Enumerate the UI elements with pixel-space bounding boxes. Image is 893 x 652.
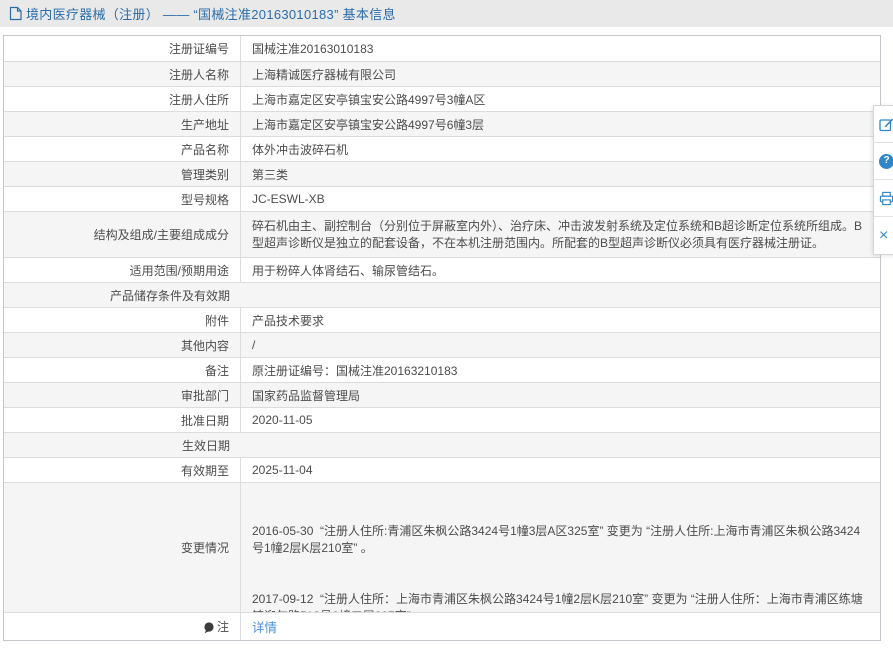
row-label: 结构及组成/主要组成成分 bbox=[4, 212, 241, 257]
row-value: 上海市嘉定区安亭镇宝安公路4997号6幢3层 bbox=[241, 112, 880, 136]
row-label: 审批部门 bbox=[4, 383, 241, 407]
row-label: 生效日期 bbox=[4, 433, 241, 457]
row-value: 上海市嘉定区安亭镇宝安公路4997号3幢A区 bbox=[241, 87, 880, 111]
row-value: 2025-11-04 bbox=[241, 458, 880, 482]
change-record: 2016-05-30 “注册人住所:青浦区朱枫公路3424号1幢3层A区325室… bbox=[252, 523, 870, 557]
row-value: 国械注准20163010183 bbox=[241, 36, 880, 61]
row-label: 产品名称 bbox=[4, 137, 241, 161]
row-value: 产品技术要求 bbox=[241, 308, 880, 332]
table-row: 备注 原注册证编号：国械注准20163210183 bbox=[4, 357, 880, 382]
table-row: 生产地址 上海市嘉定区安亭镇宝安公路4997号6幢3层 bbox=[4, 111, 880, 136]
row-label: 其他内容 bbox=[4, 333, 241, 357]
table-row: 注册人住所 上海市嘉定区安亭镇宝安公路4997号3幢A区 bbox=[4, 86, 880, 111]
row-value: 体外冲击波碎石机 bbox=[241, 137, 880, 161]
help-icon[interactable]: ? bbox=[874, 143, 893, 180]
table-row: 产品名称 体外冲击波碎石机 bbox=[4, 136, 880, 161]
row-label: 批准日期 bbox=[4, 408, 241, 432]
table-row: 注册人名称 上海精诚医疗器械有限公司 bbox=[4, 61, 880, 86]
table-row: 注册证编号 国械注准20163010183 bbox=[4, 36, 880, 61]
change-record: 2017-09-12 “注册人住所：上海市青浦区朱枫公路3424号1幢2层K层2… bbox=[252, 591, 870, 612]
page-header: 境内医疗器械（注册） —— “国械注准20163010183” 基本信息 bbox=[0, 0, 893, 27]
registration-info-table: 注册证编号 国械注准20163010183 注册人名称 上海精诚医疗器械有限公司… bbox=[3, 35, 881, 641]
row-label: 型号规格 bbox=[4, 187, 241, 211]
row-label: 适用范围/预期用途 bbox=[4, 258, 241, 282]
print-icon[interactable] bbox=[874, 180, 893, 217]
document-icon bbox=[9, 6, 22, 21]
row-label: 注册人名称 bbox=[4, 62, 241, 86]
row-value: JC-ESWL-XB bbox=[241, 187, 880, 211]
table-row: 适用范围/预期用途 用于粉碎人体肾结石、输尿管结石。 bbox=[4, 257, 880, 282]
row-value: 详情 bbox=[241, 613, 880, 640]
edit-feedback-icon[interactable] bbox=[874, 106, 893, 143]
row-label: 有效期至 bbox=[4, 458, 241, 482]
row-label: 备注 bbox=[4, 358, 241, 382]
note-balloon-icon bbox=[203, 622, 214, 634]
row-label: 管理类别 bbox=[4, 162, 241, 186]
table-row-note: 注 详情 bbox=[4, 612, 880, 640]
row-label: 变更情况 bbox=[4, 483, 241, 612]
row-label: 附件 bbox=[4, 308, 241, 332]
row-label: 产品储存条件及有效期 bbox=[4, 283, 241, 307]
row-value: 2016-05-30 “注册人住所:青浦区朱枫公路3424号1幢3层A区325室… bbox=[241, 483, 880, 612]
table-row: 有效期至 2025-11-04 bbox=[4, 457, 880, 482]
details-link[interactable]: 详情 bbox=[252, 617, 277, 636]
close-icon[interactable]: × bbox=[874, 217, 893, 254]
table-row: 批准日期 2020-11-05 bbox=[4, 407, 880, 432]
row-value: / bbox=[241, 333, 880, 357]
row-label: 注 bbox=[4, 613, 241, 640]
help-glyph: ? bbox=[879, 154, 893, 169]
table-row: 结构及组成/主要组成成分 碎石机由主、副控制台（分别位于屏蔽室内外）、治疗床、冲… bbox=[4, 211, 880, 257]
row-value: 第三类 bbox=[241, 162, 880, 186]
row-value: 国家药品监督管理局 bbox=[241, 383, 880, 407]
row-value: 用于粉碎人体肾结石、输尿管结石。 bbox=[241, 258, 880, 282]
row-label-text: 注 bbox=[217, 618, 229, 635]
row-value bbox=[241, 283, 880, 307]
table-row: 管理类别 第三类 bbox=[4, 161, 880, 186]
row-value bbox=[241, 433, 880, 457]
table-row: 附件 产品技术要求 bbox=[4, 307, 880, 332]
page-title: 境内医疗器械（注册） —— “国械注准20163010183” 基本信息 bbox=[26, 4, 396, 23]
row-label: 注册人住所 bbox=[4, 87, 241, 111]
close-glyph: × bbox=[879, 228, 888, 244]
table-row: 其他内容 / bbox=[4, 332, 880, 357]
row-value: 上海精诚医疗器械有限公司 bbox=[241, 62, 880, 86]
row-value: 2020-11-05 bbox=[241, 408, 880, 432]
floating-side-toolbar: ? × bbox=[873, 105, 893, 255]
row-label: 生产地址 bbox=[4, 112, 241, 136]
table-row: 生效日期 bbox=[4, 432, 880, 457]
table-row-change-history: 变更情况 2016-05-30 “注册人住所:青浦区朱枫公路3424号1幢3层A… bbox=[4, 482, 880, 612]
table-row: 产品储存条件及有效期 bbox=[4, 282, 880, 307]
row-label: 注册证编号 bbox=[4, 36, 241, 61]
table-row: 型号规格 JC-ESWL-XB bbox=[4, 186, 880, 211]
row-value: 原注册证编号：国械注准20163210183 bbox=[241, 358, 880, 382]
table-row: 审批部门 国家药品监督管理局 bbox=[4, 382, 880, 407]
row-value: 碎石机由主、副控制台（分别位于屏蔽室内外）、治疗床、冲击波发射系统及定位系统和B… bbox=[241, 212, 880, 257]
